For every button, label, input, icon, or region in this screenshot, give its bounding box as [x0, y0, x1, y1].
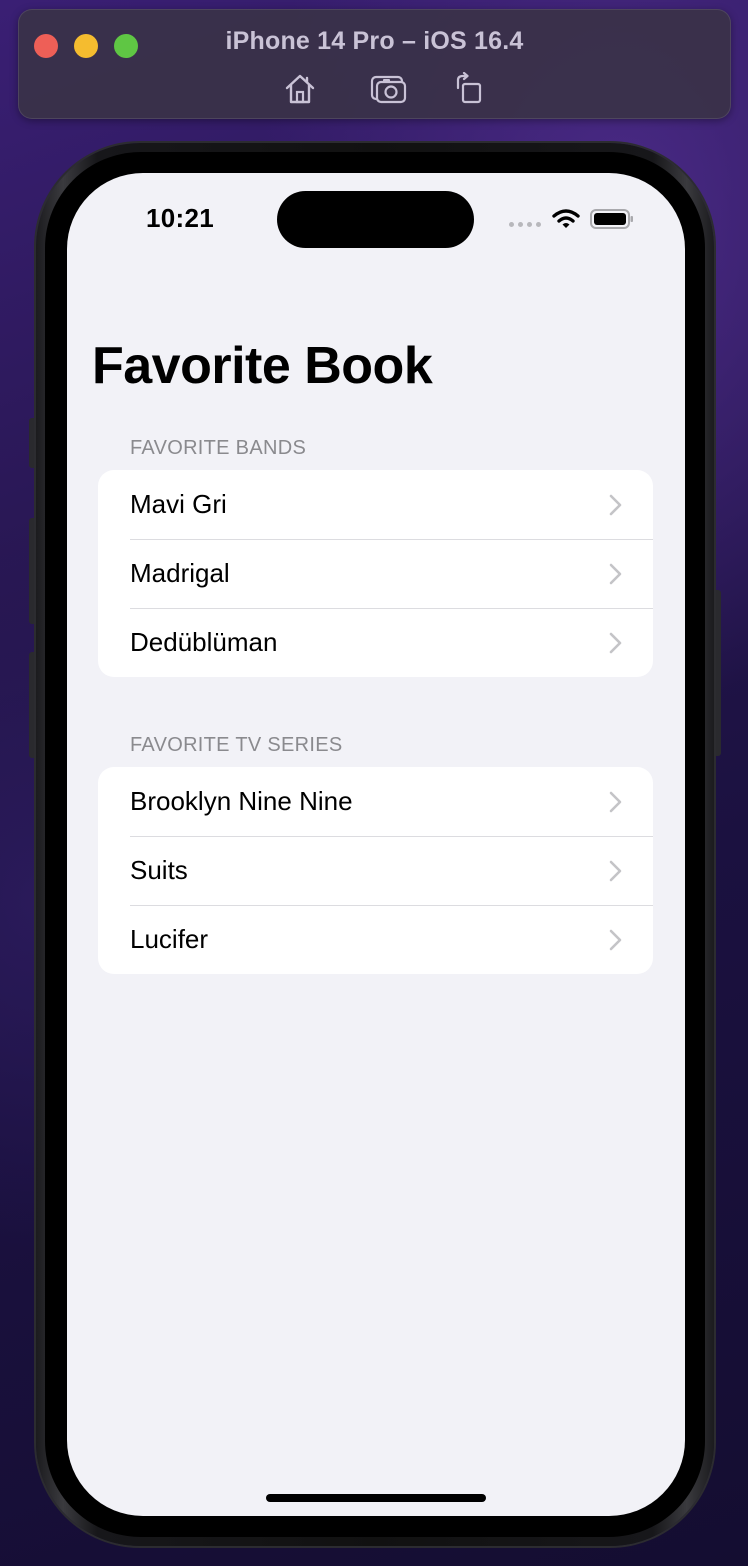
page-title: Favorite Book: [92, 337, 433, 395]
list-item-label: Madrigal: [130, 558, 230, 588]
status-time: 10:21: [146, 203, 214, 233]
chevron-right-icon: [609, 929, 622, 951]
section-header-bands: FAVORITE BANDS: [130, 437, 307, 459]
list-item-brooklyn-nine-nine[interactable]: Brooklyn Nine Nine: [98, 767, 653, 836]
simulator-title: iPhone 14 Pro – iOS 16.4: [225, 27, 524, 55]
screenshot-button[interactable]: [367, 67, 411, 111]
list-item-label: Lucifer: [130, 924, 209, 954]
battery-icon: [590, 209, 633, 229]
device-screen: 10:21 Favorite Book FAVORITE BANDS Mavi …: [67, 173, 685, 1516]
chevron-right-icon: [609, 860, 622, 882]
simulator-title-bar: iPhone 14 Pro – iOS 16.4: [18, 9, 731, 119]
list-item-madrigal[interactable]: Madrigal: [98, 539, 653, 608]
chevron-right-icon: [609, 494, 622, 516]
list-item-label: Dedüblüman: [130, 627, 278, 657]
favorite-tv-series-list: Brooklyn Nine Nine Suits Lucifer: [98, 767, 653, 974]
chevron-right-icon: [609, 632, 622, 654]
list-item-label: Mavi Gri: [130, 489, 227, 519]
list-item-label: Brooklyn Nine Nine: [130, 786, 353, 816]
wifi-icon: [552, 209, 580, 228]
list-item-mavi-gri[interactable]: Mavi Gri: [98, 470, 653, 539]
home-indicator[interactable]: [266, 1494, 486, 1502]
rotate-icon: [456, 72, 482, 104]
dynamic-island: [277, 191, 474, 248]
home-icon: [285, 74, 315, 104]
home-button[interactable]: [278, 67, 322, 111]
list-item-label: Suits: [130, 855, 188, 885]
rotate-button[interactable]: [447, 67, 491, 111]
list-item-dedubluman[interactable]: Dedüblüman: [98, 608, 653, 677]
favorite-bands-list: Mavi Gri Madrigal Dedüblüman: [98, 470, 653, 677]
screenshot-icon: [370, 75, 407, 104]
list-item-suits[interactable]: Suits: [98, 836, 653, 905]
list-item-lucifer[interactable]: Lucifer: [98, 905, 653, 974]
chevron-right-icon: [609, 791, 622, 813]
chevron-right-icon: [609, 563, 622, 585]
cellular-signal-icon: [509, 222, 541, 227]
section-header-tv-series: FAVORITE TV SERIES: [130, 734, 343, 756]
